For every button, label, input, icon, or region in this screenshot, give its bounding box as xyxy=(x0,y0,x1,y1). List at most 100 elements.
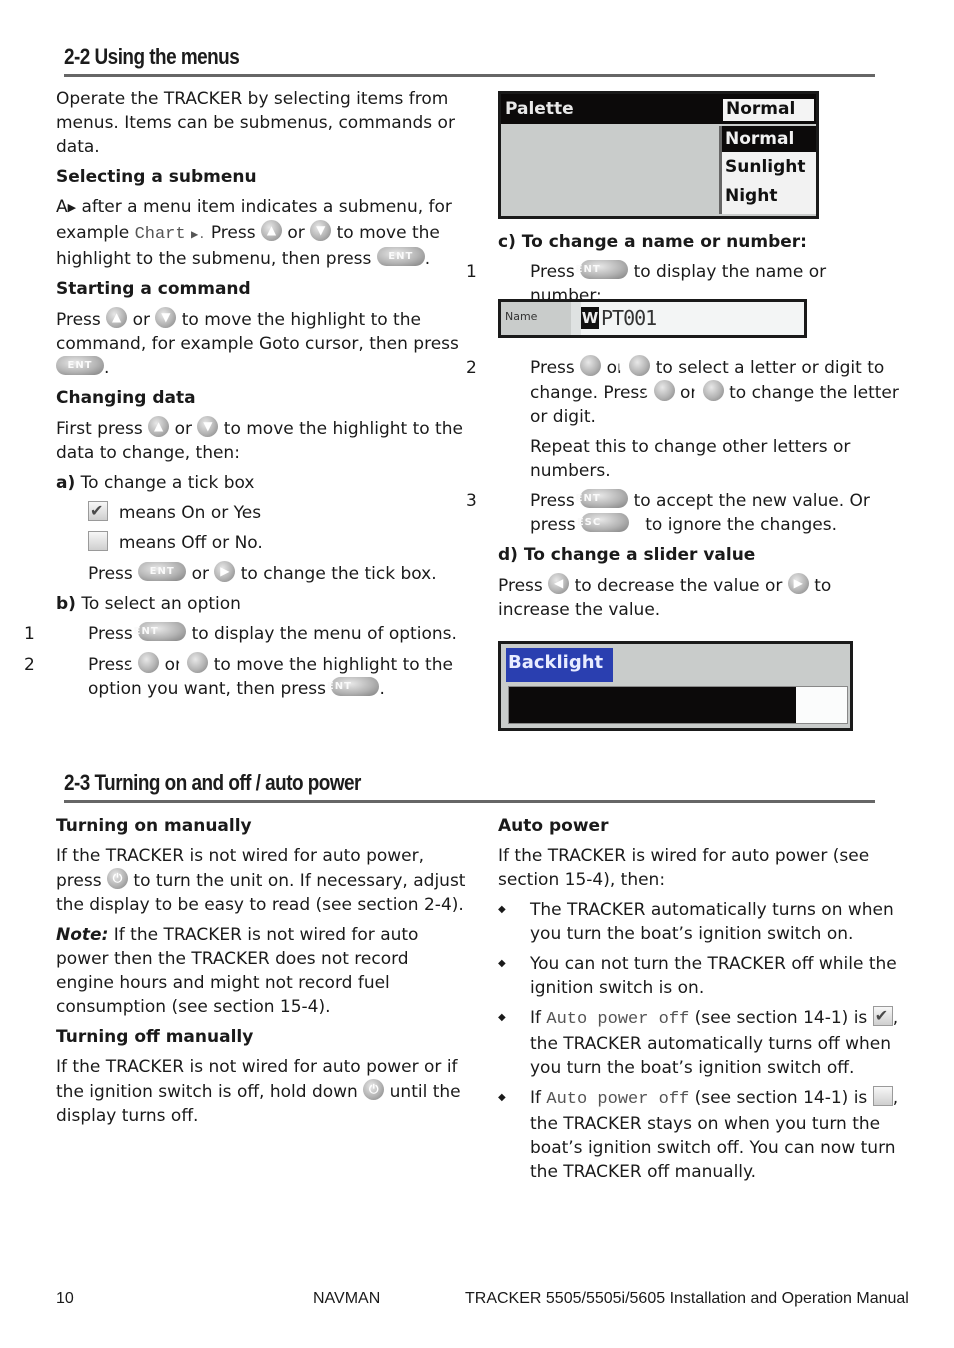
step-number: 3 xyxy=(466,491,477,511)
backlight-slider-track[interactable] xyxy=(508,686,848,724)
section-2-2-heading: 2-2 Using the menus xyxy=(64,44,240,69)
up-key-icon xyxy=(653,380,675,401)
ent-key-icon xyxy=(580,260,629,279)
text: Press xyxy=(210,223,256,243)
palette-screen: Palette Normal Normal Sunlight Night xyxy=(498,91,819,219)
section-2-3-heading: 2-3 Turning on and off / auto power xyxy=(64,770,361,795)
text: or xyxy=(174,419,192,439)
left-column-2-3: Turning on manually If the TRACKER is no… xyxy=(56,814,466,1134)
text: Press xyxy=(498,576,543,596)
starting-command-title: Starting a command xyxy=(56,279,251,299)
ent-key-icon xyxy=(138,562,187,581)
slider-label: d) To change a slider value xyxy=(498,545,756,565)
auto-power-title: Auto power xyxy=(498,816,609,836)
slider-text: Press to decrease the value or to increa… xyxy=(498,573,903,622)
starting-command-text: Press or to move the highlight to the co… xyxy=(56,307,466,380)
power-key-icon xyxy=(107,868,128,889)
bullet-item: ◆ The TRACKER automatically turns on whe… xyxy=(498,898,903,946)
name-screen: Name W PT001 xyxy=(498,299,807,338)
name-cursor-char[interactable]: W xyxy=(581,307,599,329)
palette-option-sunlight[interactable]: Sunlight xyxy=(722,152,816,182)
down-key-icon xyxy=(155,307,177,328)
ent-key-icon xyxy=(331,677,380,696)
turning-on-text: If the TRACKER is not wired for auto pow… xyxy=(56,844,466,917)
unchecked-tickbox-icon xyxy=(88,531,108,551)
label-prefix: b) xyxy=(56,594,76,614)
right-key-icon xyxy=(787,573,809,594)
text: Press xyxy=(88,655,133,675)
bullet-icon: ◆ xyxy=(498,1092,506,1103)
change-name-step-2: 2Press or to select a letter or digit to… xyxy=(466,355,903,429)
text: or xyxy=(132,310,150,330)
bullet-item: ◆ If Auto power off (see section 14-1) i… xyxy=(498,1004,903,1080)
palette-title: Palette xyxy=(505,99,574,119)
intro-paragraph: Operate the TRACKER by selecting items f… xyxy=(56,89,455,157)
text: Press xyxy=(88,624,133,644)
up-key-icon xyxy=(148,416,170,437)
text: You can not turn the TRACKER off while t… xyxy=(530,954,897,998)
page-number: 10 xyxy=(56,1290,74,1307)
palette-option-night[interactable]: Night xyxy=(722,182,816,210)
backlight-slider-fill xyxy=(509,687,797,723)
tick-off-line: means Off or No. xyxy=(56,531,466,555)
left-column-2-2: Operate the TRACKER by selecting items f… xyxy=(24,87,466,707)
changing-data-text: First press or to move the highlight to … xyxy=(56,416,466,465)
text: If xyxy=(530,1088,541,1108)
left-key-icon xyxy=(548,573,570,594)
esc-key-icon xyxy=(581,513,629,532)
step-number: 1 xyxy=(466,262,477,282)
down-key-icon xyxy=(702,380,724,401)
step-number: 1 xyxy=(24,624,35,644)
text: or xyxy=(287,223,305,243)
footer-manual-title: TRACKER 5505/5505i/5605 Installation and… xyxy=(465,1290,909,1307)
text: (see section 14-1) is xyxy=(694,1008,868,1028)
step-number: 2 xyxy=(24,655,35,675)
text: to decrease the value or xyxy=(574,576,783,596)
text: Press xyxy=(88,564,133,584)
text: If the TRACKER is not wired for auto pow… xyxy=(56,925,419,1017)
turning-on-title: Turning on manually xyxy=(56,816,252,836)
text: or xyxy=(191,564,209,584)
tick-on-line: means On or Yes xyxy=(56,499,466,525)
unchecked-tickbox-icon xyxy=(872,1086,893,1106)
backlight-title: Backlight xyxy=(508,652,604,673)
up-key-icon xyxy=(138,652,160,673)
bullet-item: ◆ You can not turn the TRACKER off while… xyxy=(498,952,903,1000)
down-key-icon xyxy=(187,652,209,673)
text: to display the menu of options. xyxy=(191,624,457,644)
submenu-arrow-icon: ▶. xyxy=(191,228,206,242)
text: Press xyxy=(530,491,575,511)
text: means Off or No. xyxy=(118,533,263,553)
note-paragraph: Note: If the TRACKER is not wired for au… xyxy=(56,923,466,1019)
text: (see section 14-1) is xyxy=(694,1088,868,1108)
palette-option-normal[interactable]: Normal xyxy=(722,126,816,152)
text: To change a tick box xyxy=(80,473,255,493)
bullet-icon: ◆ xyxy=(498,904,506,915)
turning-off-text: If the TRACKER is not wired for auto pow… xyxy=(56,1055,466,1128)
right-column-2-3: Auto power If the TRACKER is wired for a… xyxy=(498,814,903,1190)
text: means On or Yes xyxy=(118,503,262,523)
selecting-submenu-text: A▶ after a menu item indicates a submenu… xyxy=(56,195,466,271)
selecting-submenu-title: Selecting a submenu xyxy=(56,167,257,187)
auto-power-intro: If the TRACKER is wired for auto power (… xyxy=(498,846,870,890)
change-name-step-3: 3Press to accept the new value. Or press… xyxy=(466,489,903,537)
step-number: 2 xyxy=(466,358,477,378)
note-label: Note: xyxy=(56,925,109,945)
ent-key-icon xyxy=(376,247,425,266)
down-key-icon xyxy=(197,416,219,437)
text: First press xyxy=(56,419,143,439)
turning-off-title: Turning off manually xyxy=(56,1027,254,1047)
ent-key-icon xyxy=(138,622,187,641)
setting-code: Auto power off xyxy=(546,1090,690,1109)
backlight-screen: Backlight xyxy=(498,641,853,731)
ent-key-icon xyxy=(56,356,104,375)
name-value[interactable]: PT001 xyxy=(601,306,657,330)
text: Press xyxy=(56,310,101,330)
text: If xyxy=(530,1008,541,1028)
setting-code: Auto power off xyxy=(546,1010,690,1029)
name-field-label: Name xyxy=(505,310,538,323)
checked-tickbox-icon xyxy=(872,1004,893,1028)
palette-dropdown: Normal Sunlight Night xyxy=(719,126,816,214)
down-key-icon xyxy=(310,220,332,241)
right-key-icon xyxy=(629,355,651,376)
